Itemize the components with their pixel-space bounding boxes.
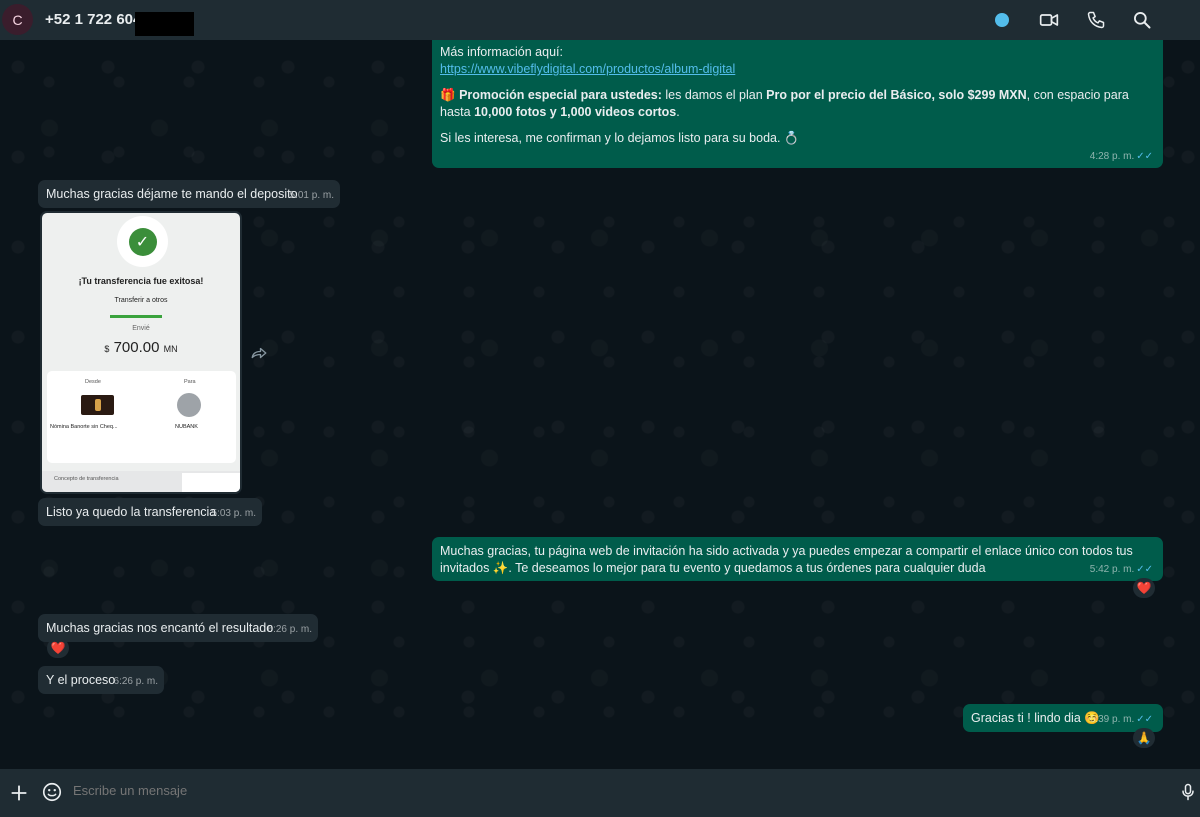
phone-icon[interactable] [1086, 10, 1106, 30]
message-bubble-outgoing[interactable]: Muchas gracias, tu página web de invitac… [432, 537, 1163, 581]
message-bubble-outgoing[interactable]: Más información aquí: https://www.vibefl… [432, 40, 1163, 168]
from-account: Nómina Banorte sin Cheq... [50, 424, 118, 430]
to-label: Para [184, 379, 196, 385]
card-image-icon [81, 395, 114, 415]
transfer-receipt-image: ✓ ¡Tu transferencia fue exitosa! Transfe… [42, 213, 240, 492]
check-icon: ✓ [128, 227, 157, 256]
gift-emoji: 🎁 [440, 88, 456, 102]
chat-area[interactable]: Más información aquí: https://www.vibefl… [0, 40, 1200, 769]
promo-text: 🎁 Promoción especial para ustedes: les d… [440, 87, 1155, 121]
message-meta: 4:28 p. m. ✓✓ [1090, 147, 1153, 165]
receipt-blank-area [182, 473, 240, 492]
message-time: 5:42 p. m. [1089, 564, 1135, 575]
promo-bold-price: Pro por el precio del Básico, solo $299 … [766, 88, 1027, 102]
heart-reaction-icon[interactable]: ❤️ [47, 638, 69, 658]
message-meta: 5:42 p. m. ✓✓ [1090, 560, 1153, 578]
message-link[interactable]: https://www.vibeflydigital.com/productos… [440, 61, 1155, 78]
bank-logo-icon: ✓ [117, 216, 168, 267]
chat-header: C +52 1 722 604 : [0, 0, 1200, 40]
receipt-subtitle: Transferir a otros [114, 297, 168, 304]
status-dot-icon[interactable] [995, 13, 1009, 27]
promo-bold-heading: Promoción especial para ustedes: [459, 88, 662, 102]
search-icon[interactable] [1132, 10, 1152, 30]
message-text: Más información aquí: [440, 45, 563, 59]
message-bubble-incoming[interactable]: Listo ya quedo la transferencia 5:03 p. … [38, 498, 262, 526]
message-time: 6:39 p. m. [1089, 714, 1135, 725]
currency-symbol: $ [104, 344, 110, 354]
message-time: 5:03 p. m. [211, 508, 256, 519]
image-message[interactable]: ✓ ¡Tu transferencia fue exitosa! Transfe… [40, 211, 242, 494]
promo-text-part: les damos el plan [661, 88, 767, 102]
plus-icon[interactable] [9, 783, 29, 803]
heart-reaction-icon[interactable]: ❤️ [1133, 578, 1155, 598]
microphone-icon[interactable] [1178, 781, 1198, 803]
read-ticks-icon: ✓✓ [1136, 714, 1153, 725]
promo-text-part: . [676, 105, 680, 119]
message-text: Si les interesa, me confirman y lo dejam… [440, 131, 800, 145]
receipt-accounts-card: Desde Para Nómina Banorte sin Cheq... NU… [47, 371, 236, 463]
message-composer [0, 769, 1200, 817]
message-time: 4:28 p. m. [1089, 151, 1135, 162]
receipt-title: ¡Tu transferencia fue exitosa! [78, 276, 204, 286]
currency-code: MN [163, 344, 178, 354]
read-ticks-icon: ✓✓ [1136, 151, 1153, 162]
message-text: Muchas gracias, tu página web de invitac… [440, 544, 1133, 575]
promo-bold-capacity: 10,000 fotos y 1,000 videos cortos [474, 105, 677, 119]
person-icon [177, 393, 201, 417]
to-account: NUBANK [175, 424, 198, 430]
message-bubble-outgoing[interactable]: Gracias ti ! lindo dia ☺️ 6:39 p. m. ✓✓ [963, 704, 1163, 732]
message-bubble-incoming[interactable]: Muchas gracias nos encantó el resultado … [38, 614, 318, 642]
receipt-divider [110, 315, 162, 318]
message-text: Muchas gracias déjame te mando el deposi… [46, 187, 298, 201]
contact-avatar[interactable]: C [2, 4, 33, 35]
amount-value: 700.00 [113, 339, 160, 356]
message-text: Muchas gracias nos encantó el resultado [46, 621, 274, 635]
message-text: Listo ya quedo la transferencia [46, 505, 217, 519]
video-call-icon[interactable] [1039, 10, 1059, 30]
message-time: 6:26 p. m. [267, 624, 312, 635]
receipt-amount: $ 700.00 MN [42, 339, 240, 356]
message-meta: 6:39 p. m. ✓✓ [1090, 710, 1153, 728]
sticker-icon[interactable] [41, 781, 63, 803]
redaction-box [135, 12, 194, 36]
forward-icon[interactable] [250, 345, 268, 361]
from-label: Desde [85, 379, 101, 385]
message-input[interactable] [73, 783, 1073, 798]
message-bubble-incoming[interactable]: Y el proceso 6:26 p. m. [38, 666, 164, 694]
pray-reaction-icon[interactable]: 🙏 [1133, 728, 1155, 748]
message-time: 6:26 p. m. [113, 676, 158, 687]
receipt-sent-label: Envié [132, 325, 150, 332]
message-time: 5:01 p. m. [289, 190, 334, 201]
read-ticks-icon: ✓✓ [1136, 564, 1153, 575]
message-text: Y el proceso [46, 673, 116, 687]
concept-label: Concepto de transferencia [54, 476, 119, 482]
message-text: Gracias ti ! lindo dia ☺️ [971, 711, 1100, 725]
message-bubble-incoming[interactable]: Muchas gracias déjame te mando el deposi… [38, 180, 340, 208]
